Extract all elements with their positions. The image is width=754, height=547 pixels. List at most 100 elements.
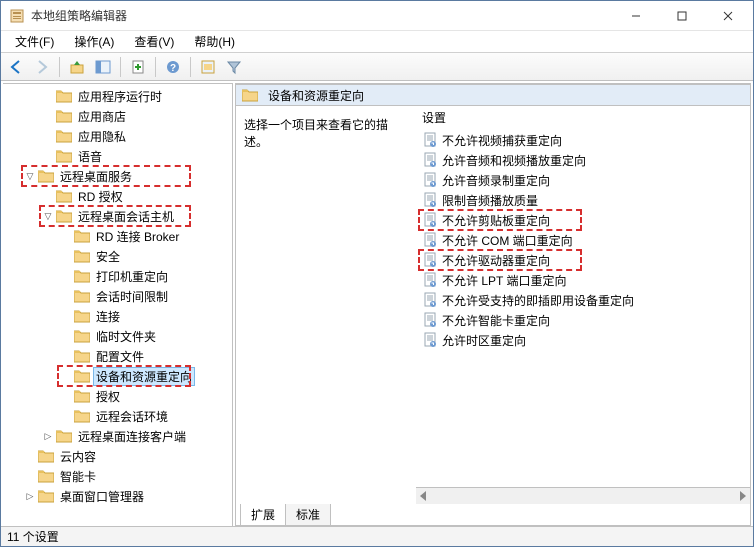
tree-item[interactable]: ▽ 远程桌面会话主机 [3, 206, 232, 226]
tree-item-label: 打印机重定向 [94, 268, 170, 285]
tree-item[interactable]: 语音 [3, 146, 232, 166]
folder-icon [56, 109, 72, 123]
back-button[interactable] [5, 56, 27, 78]
forward-button[interactable] [31, 56, 53, 78]
expander-placeholder [59, 269, 73, 283]
policy-icon [422, 192, 438, 208]
setting-item[interactable]: 不允许 COM 端口重定向 [422, 230, 750, 250]
folder-icon [74, 269, 90, 283]
minimize-button[interactable] [613, 2, 659, 30]
bottom-tabs: 扩展 标准 [235, 504, 751, 526]
setting-item[interactable]: 不允许视频捕获重定向 [422, 130, 750, 150]
tree-item[interactable]: 智能卡 [3, 466, 232, 486]
folder-icon [74, 329, 90, 343]
maximize-button[interactable] [659, 2, 705, 30]
tree-pane[interactable]: 应用程序运行时应用商店应用隐私语音▽远程桌面服务RD 授权 ▽ 远程桌面会话主机RD… [3, 83, 233, 526]
description-column: 选择一个项目来查看它的描述。 [236, 106, 416, 504]
policy-icon [422, 132, 438, 148]
menu-view[interactable]: 查看(V) [124, 31, 184, 52]
tree-item[interactable]: ▷桌面窗口管理器 [3, 486, 232, 506]
tree-item[interactable]: 应用商店 [3, 106, 232, 126]
export-list-button[interactable] [127, 56, 149, 78]
tree-item[interactable]: ▽远程桌面服务 [3, 166, 232, 186]
titlebar[interactable]: 本地组策略编辑器 [1, 1, 753, 31]
tree-item[interactable]: 打印机重定向 [3, 266, 232, 286]
up-button[interactable] [66, 56, 88, 78]
menu-file[interactable]: 文件(F) [5, 31, 64, 52]
expander-placeholder [41, 129, 55, 143]
setting-label: 允许时区重定向 [442, 332, 526, 349]
expander-placeholder [59, 249, 73, 263]
folder-icon [242, 88, 258, 102]
chevron-down-icon[interactable]: ▽ [41, 209, 55, 223]
policy-icon [422, 312, 438, 328]
setting-item[interactable]: 不允许 LPT 端口重定向 [422, 270, 750, 290]
horizontal-scrollbar[interactable] [416, 487, 750, 504]
folder-icon [74, 289, 90, 303]
setting-item[interactable]: 不允许剪贴板重定向 [422, 210, 750, 230]
app-icon [9, 8, 25, 24]
chevron-right-icon[interactable]: ▷ [41, 429, 55, 443]
tree-item[interactable]: 配置文件 [3, 346, 232, 366]
policy-icon [422, 152, 438, 168]
tree-item-label: 会话时间限制 [94, 288, 170, 305]
folder-icon [74, 389, 90, 403]
tree-item[interactable]: 安全 [3, 246, 232, 266]
setting-item[interactable]: 允许时区重定向 [422, 330, 750, 350]
filter-button[interactable] [223, 56, 245, 78]
tree-item[interactable]: 会话时间限制 [3, 286, 232, 306]
description-prompt: 选择一个项目来查看它的描述。 [244, 116, 408, 150]
expander-placeholder [59, 369, 73, 383]
help-button[interactable]: ? [162, 56, 184, 78]
detail-pane: 设备和资源重定向 选择一个项目来查看它的描述。 设置 不允许视频捕获重定向允许音… [235, 83, 751, 526]
setting-label: 不允许受支持的即插即用设备重定向 [442, 292, 634, 309]
tree-item[interactable]: RD 连接 Broker [3, 226, 232, 246]
tree-item-label: 智能卡 [58, 468, 98, 485]
expander-placeholder [59, 329, 73, 343]
setting-item[interactable]: 允许音频录制重定向 [422, 170, 750, 190]
tab-standard[interactable]: 标准 [285, 504, 331, 526]
properties-button[interactable] [197, 56, 219, 78]
tree-item[interactable]: 连接 [3, 306, 232, 326]
folder-icon [74, 409, 90, 423]
policy-icon [422, 252, 438, 268]
menu-help[interactable]: 帮助(H) [184, 31, 245, 52]
tree-item-label: 连接 [94, 308, 122, 325]
expander-placeholder [41, 149, 55, 163]
tree-item[interactable]: 授权 [3, 386, 232, 406]
tree-item-label: 语音 [76, 148, 104, 165]
setting-label: 不允许剪贴板重定向 [442, 212, 550, 229]
tree-item[interactable]: 应用程序运行时 [3, 86, 232, 106]
setting-item[interactable]: 允许音频和视频播放重定向 [422, 150, 750, 170]
tab-extended[interactable]: 扩展 [240, 504, 286, 526]
setting-label: 不允许驱动器重定向 [442, 252, 550, 269]
tree-item[interactable]: ▷远程桌面连接客户端 [3, 426, 232, 446]
tree-item-label: 远程桌面会话主机 [76, 208, 176, 225]
toolbar: ? [1, 53, 753, 81]
setting-item[interactable]: 不允许受支持的即插即用设备重定向 [422, 290, 750, 310]
setting-item[interactable]: 不允许智能卡重定向 [422, 310, 750, 330]
chevron-down-icon[interactable]: ▽ [23, 169, 37, 183]
policy-icon [422, 212, 438, 228]
policy-icon [422, 232, 438, 248]
folder-icon [56, 429, 72, 443]
tree-item[interactable]: 应用隐私 [3, 126, 232, 146]
show-hide-tree-button[interactable] [92, 56, 114, 78]
close-button[interactable] [705, 2, 751, 30]
tree-item[interactable]: RD 授权 [3, 186, 232, 206]
tree-item[interactable]: 临时文件夹 [3, 326, 232, 346]
tree-item[interactable]: 远程会话环境 [3, 406, 232, 426]
expander-placeholder [23, 449, 37, 463]
tree-item-label: 授权 [94, 388, 122, 405]
setting-label: 允许音频和视频播放重定向 [442, 152, 586, 169]
setting-item[interactable]: 限制音频播放质量 [422, 190, 750, 210]
tree-item[interactable]: 云内容 [3, 446, 232, 466]
menu-action[interactable]: 操作(A) [64, 31, 124, 52]
policy-icon [422, 292, 438, 308]
setting-item[interactable]: 不允许驱动器重定向 [422, 250, 750, 270]
chevron-right-icon[interactable]: ▷ [23, 489, 37, 503]
tree-item[interactable]: 设备和资源重定向 [3, 366, 232, 386]
settings-column-header[interactable]: 设置 [416, 106, 750, 128]
expander-placeholder [41, 189, 55, 203]
tree-item-label: 应用商店 [76, 108, 128, 125]
